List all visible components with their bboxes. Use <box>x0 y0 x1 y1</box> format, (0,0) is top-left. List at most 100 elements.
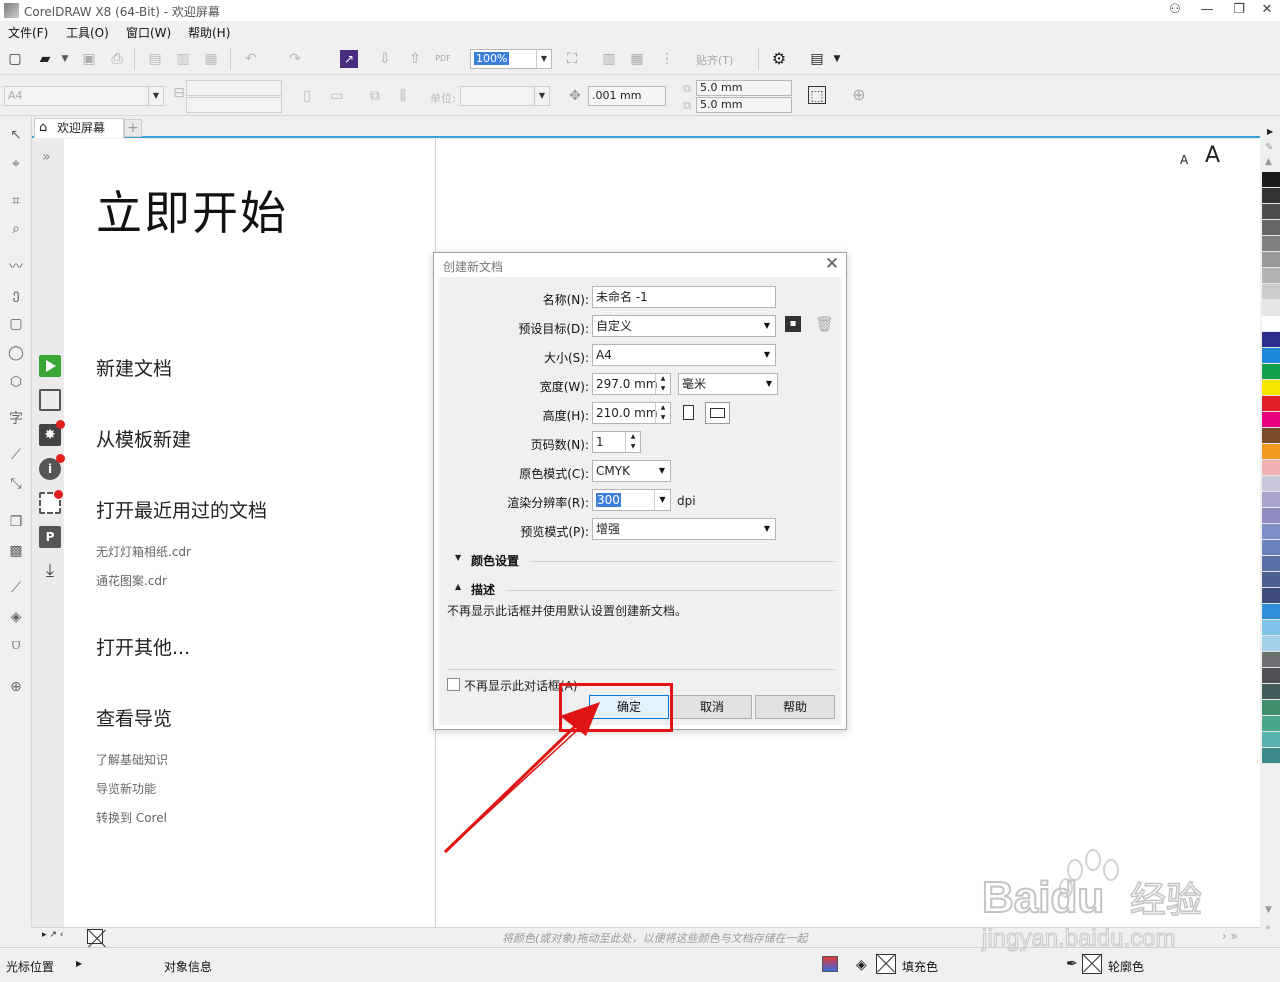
open-dropdown-icon[interactable]: ▼ <box>56 50 74 68</box>
pages-input[interactable]: 1 ▲ ▼ <box>592 431 641 453</box>
palette-swatch[interactable] <box>1262 460 1280 476</box>
open-folder-icon[interactable]: ▰ <box>36 50 54 68</box>
close-window-button[interactable]: ✕ <box>1252 0 1280 21</box>
workspace-icon[interactable] <box>39 389 61 411</box>
app-launcher-icon[interactable]: ▤ <box>808 50 826 68</box>
tab-welcome-screen[interactable]: ⌂ 欢迎屏幕 <box>34 118 124 138</box>
full-screen-icon[interactable]: ⛶ <box>563 50 581 68</box>
interactive-fill-icon[interactable]: ◈ <box>6 607 26 627</box>
palette-swatch[interactable] <box>1262 284 1280 300</box>
new-tab-button[interactable]: + <box>124 119 142 137</box>
page-height-field[interactable] <box>186 97 282 113</box>
scroll-down-icon[interactable]: ▼ <box>1265 905 1272 915</box>
units-select[interactable]: 毫米 ▼ <box>678 373 778 395</box>
gallery-icon[interactable] <box>39 490 63 514</box>
snap-to-dropdown[interactable]: 贴齐(T) <box>696 52 733 68</box>
palette-swatch[interactable] <box>1262 268 1280 284</box>
duplicate-x-field[interactable]: 5.0 mm <box>696 80 792 96</box>
freehand-tool-icon[interactable]: 〰 <box>6 257 26 277</box>
drop-shadow-icon[interactable]: ❐ <box>6 512 26 532</box>
page-width-field[interactable] <box>186 80 282 96</box>
collapse-icon[interactable]: ▼ <box>455 553 461 562</box>
rulers-icon[interactable]: ▥ <box>600 50 618 68</box>
palette-swatch[interactable] <box>1262 364 1280 380</box>
preview-mode-select[interactable]: 增强 ▼ <box>592 518 776 540</box>
eyedropper-icon[interactable]: ⟋ <box>6 578 26 598</box>
undo-icon[interactable]: ↶ <box>242 50 260 68</box>
palette-swatch[interactable] <box>1262 412 1280 428</box>
palette-swatch[interactable] <box>1262 492 1280 508</box>
palette-swatch[interactable] <box>1262 428 1280 444</box>
palette-more-icon[interactable]: » <box>1265 923 1271 933</box>
info-icon[interactable]: i <box>39 454 65 480</box>
pages-spinner[interactable]: ▲ ▼ <box>625 432 640 452</box>
palette-swatch[interactable] <box>1262 684 1280 700</box>
dimension-tool-icon[interactable]: ⟋ <box>6 445 26 465</box>
doc-palette-scroll-icon[interactable]: › » <box>1222 929 1238 943</box>
palette-swatch[interactable] <box>1262 604 1280 620</box>
units-combo[interactable]: ▼ <box>460 86 550 106</box>
portrait-icon[interactable]: ▯ <box>298 87 316 105</box>
doc-palette-no-color[interactable] <box>87 929 103 944</box>
palette-swatch[interactable] <box>1262 396 1280 412</box>
status-flyout-icon[interactable]: ▶ <box>76 959 82 968</box>
recent-file-1[interactable]: 无灯灯箱相纸.cdr <box>96 543 191 560</box>
export-icon[interactable]: ⇧ <box>406 50 424 68</box>
account-icon[interactable]: ⚇ <box>1160 0 1190 21</box>
fill-color-swatch[interactable] <box>876 954 896 974</box>
name-input[interactable]: 未命名 -1 <box>592 286 776 308</box>
polygon-tool-icon[interactable]: ⬡ <box>6 372 26 392</box>
outline-color-swatch[interactable] <box>1082 954 1102 974</box>
help-button[interactable]: 帮助 <box>755 695 835 719</box>
switch-to-corel-link[interactable]: 转换到 Corel <box>96 809 167 826</box>
add-icon[interactable]: ⊕ <box>850 86 868 104</box>
width-spinner[interactable]: ▲ ▼ <box>655 374 670 394</box>
get-started-icon[interactable] <box>39 355 61 377</box>
import-icon[interactable]: ⇩ <box>376 50 394 68</box>
new-features-link[interactable]: 导览新功能 <box>96 780 156 797</box>
zoom-tool-icon[interactable]: ⌕ <box>6 219 26 239</box>
palette-flyout-icon[interactable]: ▶ <box>1267 127 1273 136</box>
new-from-template-link[interactable]: 从模板新建 <box>96 425 191 452</box>
crop-tool-icon[interactable]: ⌗ <box>6 191 26 211</box>
palette-swatch[interactable] <box>1262 620 1280 636</box>
palette-swatch[interactable] <box>1262 348 1280 364</box>
shape-tool-icon[interactable]: ⌖ <box>6 154 26 174</box>
ellipse-tool-icon[interactable]: ◯ <box>6 343 26 363</box>
height-spinner[interactable]: ▲ ▼ <box>655 403 670 423</box>
palette-swatch[interactable] <box>1262 172 1280 188</box>
open-recent-link[interactable]: 打开最近用过的文档 <box>96 496 267 523</box>
preset-select[interactable]: 自定义 ▼ <box>592 315 776 337</box>
tour-link[interactable]: 查看导览 <box>96 704 172 731</box>
launcher-dropdown-icon[interactable]: ▼ <box>828 50 846 68</box>
height-input[interactable]: 210.0 mm ▲ ▼ <box>592 402 671 424</box>
palette-swatch[interactable] <box>1262 668 1280 684</box>
landscape-orientation-button[interactable] <box>705 402 730 424</box>
scroll-up-icon[interactable]: ▲ <box>1265 157 1272 167</box>
rectangle-tool-icon[interactable]: ▢ <box>6 314 26 334</box>
save-preset-icon[interactable]: ▪ <box>785 316 801 332</box>
palette-swatch[interactable] <box>1262 700 1280 716</box>
color-settings-section[interactable]: 颜色设置 <box>471 552 519 569</box>
palette-swatch[interactable] <box>1262 652 1280 668</box>
updates-icon[interactable]: ⤓ <box>39 560 61 582</box>
palette-swatch[interactable] <box>1262 444 1280 460</box>
palette-swatch[interactable] <box>1262 220 1280 236</box>
delete-preset-icon[interactable]: 🗑 <box>815 315 834 333</box>
page-size-combo[interactable]: A4 ▼ <box>4 86 164 106</box>
palette-swatch[interactable] <box>1262 332 1280 348</box>
portrait-orientation-button[interactable] <box>683 405 694 420</box>
landscape-icon[interactable]: ▭ <box>328 87 346 105</box>
open-other-link[interactable]: 打开其他... <box>96 633 190 660</box>
resolution-combo[interactable]: 300 ▼ <box>592 489 671 511</box>
palette-swatch[interactable] <box>1262 316 1280 332</box>
guidelines-icon[interactable]: ⋮ <box>658 50 676 68</box>
zoom-combo[interactable]: 100% ▼ <box>470 49 552 69</box>
palette-swatch[interactable] <box>1262 236 1280 252</box>
cut-icon[interactable]: ▤ <box>146 50 164 68</box>
product-details-icon[interactable]: P <box>39 526 61 548</box>
palette-swatch[interactable] <box>1262 540 1280 556</box>
transparency-icon[interactable]: ▩ <box>6 541 26 561</box>
width-input[interactable]: 297.0 mm ▲ ▼ <box>592 373 671 395</box>
close-icon[interactable]: ✕ <box>821 254 843 274</box>
